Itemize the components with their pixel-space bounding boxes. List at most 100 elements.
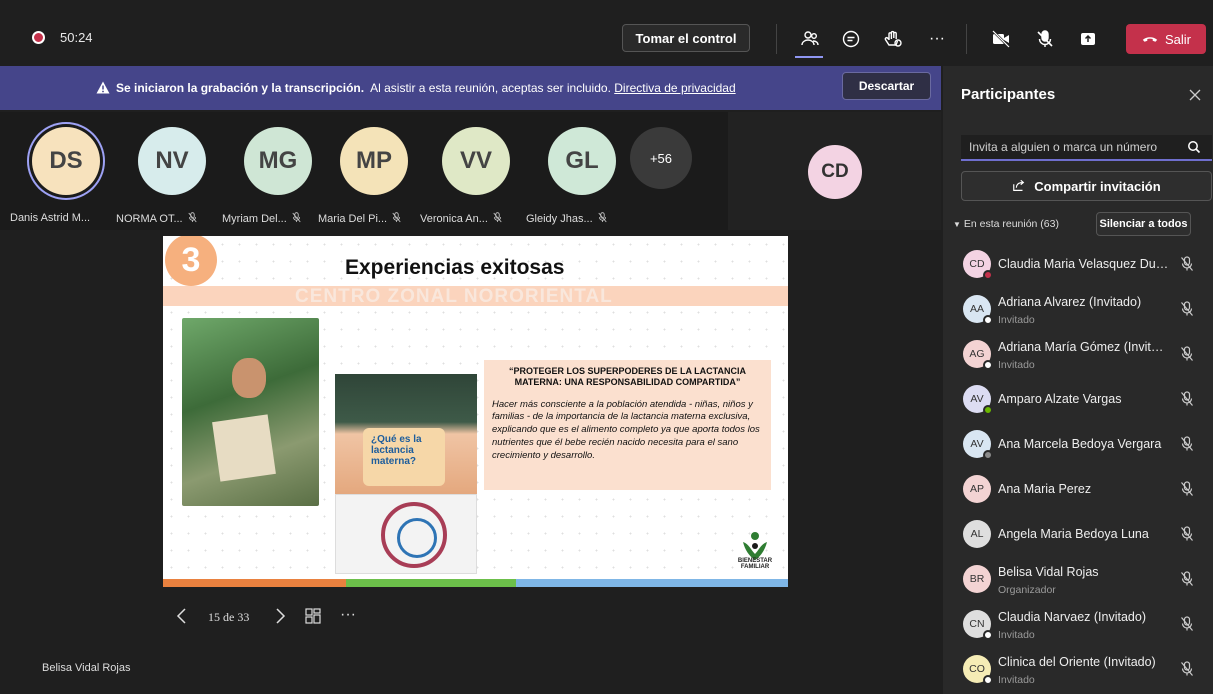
participant-tile[interactable]: DS Danis Astrid M... xyxy=(10,124,110,224)
participant-row[interactable]: AG Adriana María Gómez (Invitad... Invitad… xyxy=(943,330,1213,375)
next-slide-button[interactable] xyxy=(272,606,288,626)
stage-more-icon[interactable]: ··· xyxy=(340,606,356,624)
share-invite-icon xyxy=(1013,179,1025,191)
participant-row[interactable]: AP Ana Maria Perez xyxy=(943,465,1213,510)
presence-status-icon xyxy=(983,675,993,685)
avatar: MP xyxy=(340,127,408,195)
slide-stripe-blue xyxy=(516,579,788,587)
participant-gallery: DS Danis Astrid M... NV NORMA OT... MG Myriam… xyxy=(0,112,728,230)
bubble-text: ¿Qué es la lactancia materna? xyxy=(371,434,422,467)
chat-icon[interactable] xyxy=(836,24,866,54)
participant-role: Invitado xyxy=(998,359,1035,371)
phone-hangup-icon xyxy=(1142,37,1158,42)
mic-off-icon[interactable] xyxy=(1180,256,1194,272)
active-tab-indicator xyxy=(795,56,823,58)
participant-tile[interactable]: GL Gleidy Jhas... xyxy=(526,124,626,225)
mic-off-icon[interactable] xyxy=(1030,24,1060,54)
mic-off-icon xyxy=(391,212,402,223)
participant-row[interactable]: CD Claudia Maria Velasquez Duq... xyxy=(943,240,1213,285)
people-icon[interactable] xyxy=(795,24,825,54)
slide-stripe-green xyxy=(346,579,516,587)
participant-tile[interactable]: MP Maria Del Pi... xyxy=(318,124,418,225)
meeting-timer: 50:24 xyxy=(60,30,93,45)
search-icon[interactable] xyxy=(1187,140,1201,154)
chevron-down-icon: ▼ xyxy=(953,220,961,229)
presence-status-icon xyxy=(983,630,993,640)
participant-row[interactable]: AA Adriana Alvarez (Invitado) Invitado xyxy=(943,285,1213,330)
presentation-slide: 3 Experiencias exitosas CENTRO ZONAL NOR… xyxy=(163,236,788,587)
participant-list: CD Claudia Maria Velasquez Duq... AA Adrian… xyxy=(943,240,1213,690)
more-icon[interactable]: ··· xyxy=(922,24,952,54)
avatar: MG xyxy=(244,127,312,195)
panel-title: Participantes xyxy=(961,86,1056,103)
participant-row[interactable]: CN Claudia Narvaez (Invitado) Invitado xyxy=(943,600,1213,645)
mic-off-icon xyxy=(492,212,503,223)
mic-off-icon[interactable] xyxy=(1180,346,1194,362)
mic-off-icon[interactable] xyxy=(1180,661,1194,677)
mic-off-icon xyxy=(291,212,302,223)
participant-row[interactable]: AL Angela Maria Bedoya Luna xyxy=(943,510,1213,555)
reactions-icon[interactable] xyxy=(878,24,908,54)
child-photo xyxy=(182,318,319,506)
leave-label: Salir xyxy=(1164,31,1191,47)
slide-grid-icon[interactable] xyxy=(304,607,322,625)
invite-input[interactable] xyxy=(961,135,1212,161)
more-participants-button[interactable]: +56 xyxy=(630,127,692,189)
participant-name: Maria Del Pi... xyxy=(318,212,428,225)
share-icon[interactable] xyxy=(1073,24,1103,54)
section-label: En esta reunión (63) xyxy=(963,218,1059,230)
participant-name-text: Veronica An... xyxy=(420,213,488,225)
share-invite-button[interactable]: Compartir invitación xyxy=(961,171,1212,201)
participant-tile[interactable]: VV Veronica An... xyxy=(420,124,520,225)
dismiss-button[interactable]: Descartar xyxy=(842,72,931,100)
camera-off-icon[interactable] xyxy=(986,24,1016,54)
banner-message: Se iniciaron la grabación y la transcrip… xyxy=(96,81,736,95)
mic-off-icon[interactable] xyxy=(1180,436,1194,452)
participant-tile[interactable]: MG Myriam Del... xyxy=(222,124,322,225)
participant-name: Adriana María Gómez (Invitad... xyxy=(998,340,1170,354)
lactation-bubble: ¿Qué es la lactancia materna? xyxy=(363,428,445,486)
participant-name: Ana Marcela Bedoya Vergara xyxy=(998,437,1162,451)
participant-row[interactable]: BR Belisa Vidal Rojas Organizador xyxy=(943,555,1213,600)
participant-row[interactable]: AV Amparo Alzate Vargas xyxy=(943,375,1213,420)
campaign-title: “PROTEGER LOS SUPERPODERES DE LA LACTANC… xyxy=(508,366,747,388)
banner-bold-text: Se iniciaron la grabación y la transcrip… xyxy=(116,81,365,95)
presence-status-icon xyxy=(983,450,993,460)
mic-off-icon[interactable] xyxy=(1180,301,1194,317)
participant-name: NORMA OT... xyxy=(116,212,226,225)
presenter-name: Belisa Vidal Rojas xyxy=(42,662,131,674)
mic-off-icon xyxy=(187,212,198,223)
mic-off-icon[interactable] xyxy=(1180,391,1194,407)
presence-status-icon xyxy=(983,270,993,280)
participant-name: Myriam Del... xyxy=(222,212,332,225)
mic-off-icon[interactable] xyxy=(1180,571,1194,587)
participant-name: Gleidy Jhas... xyxy=(526,212,636,225)
divider xyxy=(966,24,967,54)
presence-status-icon xyxy=(983,405,993,415)
participant-row[interactable]: AV Ana Marcela Bedoya Vergara xyxy=(943,420,1213,465)
mic-off-icon[interactable] xyxy=(1180,481,1194,497)
previous-slide-button[interactable] xyxy=(174,606,190,626)
mic-off-icon[interactable] xyxy=(1180,616,1194,632)
participant-name: Claudia Narvaez (Invitado) xyxy=(998,610,1146,624)
privacy-link[interactable]: Directiva de privacidad xyxy=(614,81,735,95)
share-invite-label: Compartir invitación xyxy=(1034,178,1161,194)
recording-banner: Se iniciaron la grabación y la transcrip… xyxy=(0,66,941,110)
participant-name: Danis Astrid M... xyxy=(10,212,120,224)
participant-role: Invitado xyxy=(998,629,1035,641)
avatar: GL xyxy=(548,127,616,195)
participant-row[interactable]: CO Clinica del Oriente (Invitado) Invitado xyxy=(943,645,1213,690)
leave-button[interactable]: Salir xyxy=(1126,24,1206,54)
participant-tile[interactable]: NV NORMA OT... xyxy=(116,124,216,225)
participant-name: Belisa Vidal Rojas xyxy=(998,565,1099,579)
participant-name: Amparo Alzate Vargas xyxy=(998,392,1122,406)
take-control-button[interactable]: Tomar el control xyxy=(622,24,750,52)
participant-role: Invitado xyxy=(998,674,1035,686)
close-icon[interactable] xyxy=(1188,88,1202,102)
participant-name-text: NORMA OT... xyxy=(116,213,183,225)
mute-all-button[interactable]: Silenciar a todos xyxy=(1096,212,1191,236)
in-meeting-section-header[interactable]: ▼ En esta reunión (63) xyxy=(953,218,1059,230)
mic-off-icon[interactable] xyxy=(1180,526,1194,542)
avatar: CD xyxy=(808,145,862,199)
participant-name: Ana Maria Perez xyxy=(998,482,1092,496)
